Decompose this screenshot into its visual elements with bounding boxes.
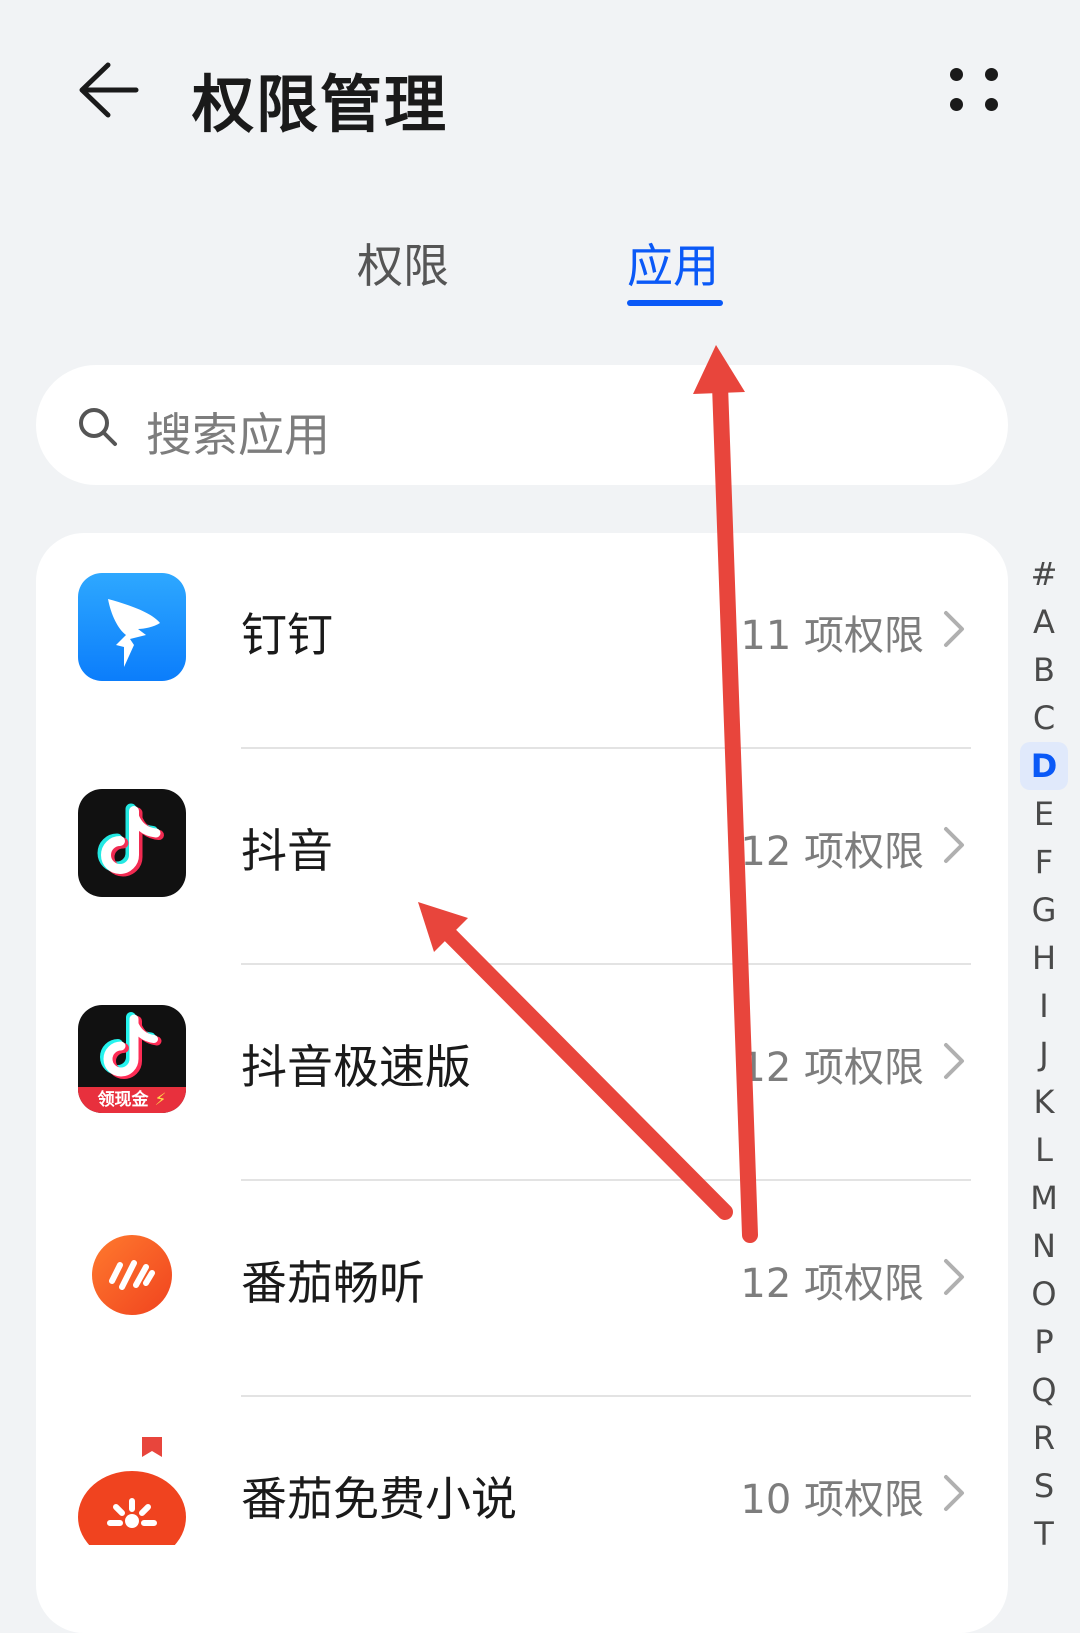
fanqie-listen-icon xyxy=(92,1235,172,1315)
index-letter[interactable]: I xyxy=(1020,982,1068,1030)
index-letter[interactable]: G xyxy=(1020,886,1068,934)
alphabet-index[interactable]: # A B C D E F G H I J K L M N O P Q R S T xyxy=(1020,550,1068,1558)
index-letter[interactable]: N xyxy=(1020,1222,1068,1270)
app-name: 抖音极速版 xyxy=(241,1040,471,1094)
index-letter[interactable]: L xyxy=(1020,1126,1068,1174)
active-tab-indicator xyxy=(627,300,723,306)
tab-apps[interactable]: 应用 xyxy=(627,230,719,296)
list-item-fanqie-novel[interactable]: 番茄免费小说 10 项权限 xyxy=(36,1397,1008,1613)
index-letter[interactable]: F xyxy=(1020,838,1068,886)
fanqie-novel-icon xyxy=(78,1437,186,1545)
list-item-fanqie-listen[interactable]: 番茄畅听 12 项权限 xyxy=(36,1181,1008,1397)
permission-count: 12 项权限 xyxy=(740,1045,924,1091)
list-item-douyin-lite[interactable]: 领现金 ⚡ 抖音极速版 12 项权限 xyxy=(36,965,1008,1181)
dingtalk-icon xyxy=(78,573,186,681)
index-letter[interactable]: R xyxy=(1020,1414,1068,1462)
page-title: 权限管理 xyxy=(192,68,449,141)
list-item-dingtalk[interactable]: 钉钉 11 项权限 xyxy=(36,533,1008,749)
index-letter[interactable]: S xyxy=(1020,1462,1068,1510)
search-input[interactable]: 搜索应用 xyxy=(36,365,1008,485)
search-placeholder: 搜索应用 xyxy=(146,408,330,462)
more-options-button[interactable] xyxy=(940,60,1010,120)
index-letter[interactable]: H xyxy=(1020,934,1068,982)
index-letter[interactable]: B xyxy=(1020,646,1068,694)
index-letter[interactable]: M xyxy=(1020,1174,1068,1222)
index-letter[interactable]: A xyxy=(1020,598,1068,646)
tab-bar: 权限 应用 xyxy=(0,220,1080,320)
index-letter[interactable]: E xyxy=(1020,790,1068,838)
chevron-right-icon xyxy=(944,1043,964,1079)
cash-badge: 领现金 ⚡ xyxy=(78,1087,186,1113)
index-letter[interactable]: Q xyxy=(1020,1366,1068,1414)
chevron-right-icon xyxy=(944,611,964,647)
index-letter[interactable]: O xyxy=(1020,1270,1068,1318)
back-arrow-icon xyxy=(79,62,139,118)
index-letter[interactable]: D xyxy=(1020,742,1068,790)
index-letter[interactable]: P xyxy=(1020,1318,1068,1366)
app-name: 抖音 xyxy=(241,824,333,878)
index-letter[interactable]: K xyxy=(1020,1078,1068,1126)
tab-permissions[interactable]: 权限 xyxy=(357,230,449,296)
app-name: 钉钉 xyxy=(241,608,333,662)
index-letter[interactable]: C xyxy=(1020,694,1068,742)
chevron-right-icon xyxy=(944,1259,964,1295)
permission-count: 12 项权限 xyxy=(740,829,924,875)
app-name: 番茄畅听 xyxy=(241,1256,425,1310)
permission-count: 10 项权限 xyxy=(740,1477,924,1523)
app-list: 钉钉 11 项权限 抖音 12 项权限 领现金 ⚡ 抖音极速版 12 项权限 番… xyxy=(36,533,1008,1633)
search-icon xyxy=(79,408,117,446)
permission-count: 12 项权限 xyxy=(740,1261,924,1307)
douyin-lite-icon: 领现金 ⚡ xyxy=(78,1005,186,1113)
chevron-right-icon xyxy=(944,827,964,863)
index-letter[interactable]: J xyxy=(1020,1030,1068,1078)
permission-count: 11 项权限 xyxy=(740,613,924,659)
back-button[interactable] xyxy=(70,55,150,125)
app-name: 番茄免费小说 xyxy=(241,1472,517,1526)
douyin-icon xyxy=(78,789,186,897)
title-bar: 权限管理 xyxy=(0,0,1080,180)
index-letter[interactable]: # xyxy=(1020,550,1068,598)
list-item-douyin[interactable]: 抖音 12 项权限 xyxy=(36,749,1008,965)
index-letter[interactable]: T xyxy=(1020,1510,1068,1558)
chevron-right-icon xyxy=(944,1475,964,1511)
